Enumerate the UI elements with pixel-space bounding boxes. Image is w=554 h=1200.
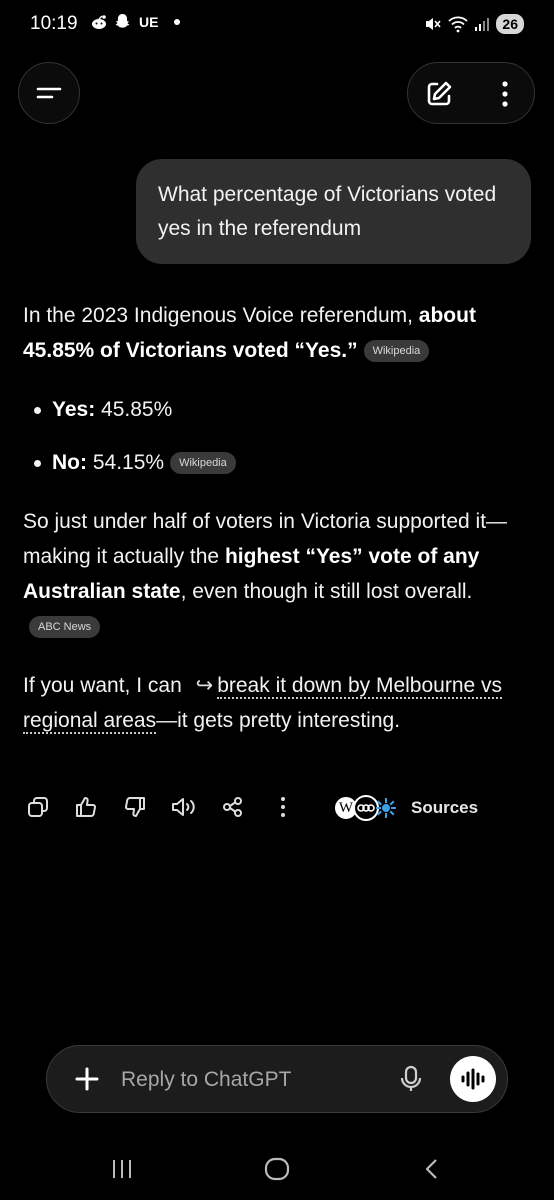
- plus-icon: [75, 1067, 99, 1091]
- notification-icon-snapchat: [115, 14, 130, 28]
- more-actions-button[interactable]: [268, 792, 298, 822]
- menu-button[interactable]: [18, 62, 80, 124]
- source-chip-abc-news[interactable]: ABC News: [29, 616, 101, 638]
- list-item-yes: Yes: 45.85%: [31, 392, 533, 427]
- composer: [46, 1045, 508, 1113]
- wifi-icon: [448, 16, 469, 33]
- copy-button[interactable]: [23, 792, 53, 822]
- thumbs-up-icon: [76, 797, 96, 817]
- voice-mode-icon: [461, 1068, 485, 1090]
- notification-icon-reddit: [92, 15, 106, 29]
- thumbs-up-button[interactable]: [71, 792, 101, 822]
- assistant-paragraph-1: In the 2023 Indigenous Voice referendum,…: [23, 298, 533, 368]
- status-right: 26: [424, 14, 524, 34]
- mute-icon: [426, 18, 442, 30]
- notification-icons: UE: [90, 13, 181, 31]
- recents-icon: [113, 1160, 131, 1178]
- signal-icon: [475, 18, 490, 31]
- assistant-paragraph-3: If you want, I can ↪ break it down by Mel…: [23, 668, 533, 738]
- edit-icon: [427, 81, 452, 106]
- paragraph-text: If you want, I can: [23, 674, 188, 697]
- status-bar: 10:19 UE 26: [0, 0, 554, 52]
- source-chip-wikipedia[interactable]: Wikipedia: [363, 340, 430, 362]
- list-item-no: No: 54.15% Wikipedia: [31, 445, 533, 480]
- status-time: 10:19: [30, 13, 78, 34]
- carrier-label: UE: [139, 14, 159, 30]
- add-attachment-button[interactable]: [71, 1063, 103, 1095]
- list-item-value: 54.15%: [87, 451, 165, 474]
- more-vertical-icon: [281, 797, 285, 817]
- follow-up-arrow-icon: ↪: [195, 674, 214, 697]
- share-icon: [223, 797, 242, 817]
- home-icon: [264, 1157, 290, 1181]
- assistant-paragraph-2: So just under half of voters in Victoria…: [23, 504, 533, 644]
- recents-button[interactable]: [102, 1154, 142, 1184]
- message-input[interactable]: [121, 1064, 381, 1096]
- back-icon: [425, 1159, 437, 1179]
- share-button[interactable]: [218, 792, 248, 822]
- voice-mode-button[interactable]: [450, 1056, 496, 1102]
- user-message-text: What percentage of Victorians voted yes …: [158, 183, 497, 240]
- new-chat-button[interactable]: [422, 77, 456, 111]
- paragraph-text: —it gets pretty interesting.: [156, 709, 401, 732]
- more-vertical-icon: [502, 81, 508, 107]
- result-list: Yes: 45.85% No: 54.15% Wikipedia: [31, 392, 533, 480]
- back-button[interactable]: [412, 1154, 452, 1184]
- dictate-button[interactable]: [395, 1063, 427, 1095]
- read-aloud-button[interactable]: [169, 792, 199, 822]
- sources-label: Sources: [411, 798, 479, 817]
- notification-dot: [174, 19, 181, 25]
- more-options-button[interactable]: [488, 77, 522, 111]
- list-item-label: Yes:: [52, 398, 96, 421]
- list-item-label: No:: [52, 451, 87, 474]
- thumbs-down-icon: [125, 797, 145, 817]
- system-navigation-bar: [0, 1140, 554, 1200]
- user-message-bubble: What percentage of Victorians voted yes …: [136, 159, 531, 264]
- speaker-icon: [172, 798, 195, 816]
- paragraph-text: In the 2023 Indigenous Voice referendum,: [23, 304, 419, 327]
- menu-icon: [36, 87, 62, 99]
- source-gear-icon: [373, 795, 399, 821]
- assistant-message: In the 2023 Indigenous Voice referendum,…: [23, 298, 533, 762]
- thumbs-down-button[interactable]: [120, 792, 150, 822]
- battery-indicator: 26: [496, 14, 524, 34]
- home-button[interactable]: [257, 1154, 297, 1184]
- header-actions: [407, 62, 535, 124]
- copy-icon: [28, 797, 48, 817]
- sources-button[interactable]: W Sources: [333, 792, 478, 824]
- list-item-value: 45.85%: [95, 398, 173, 421]
- message-actions: W Sources: [23, 792, 503, 824]
- source-chip-wikipedia[interactable]: Wikipedia: [170, 452, 236, 474]
- microphone-icon: [400, 1065, 422, 1091]
- paragraph-text: , even though it still lost overall.: [180, 580, 473, 603]
